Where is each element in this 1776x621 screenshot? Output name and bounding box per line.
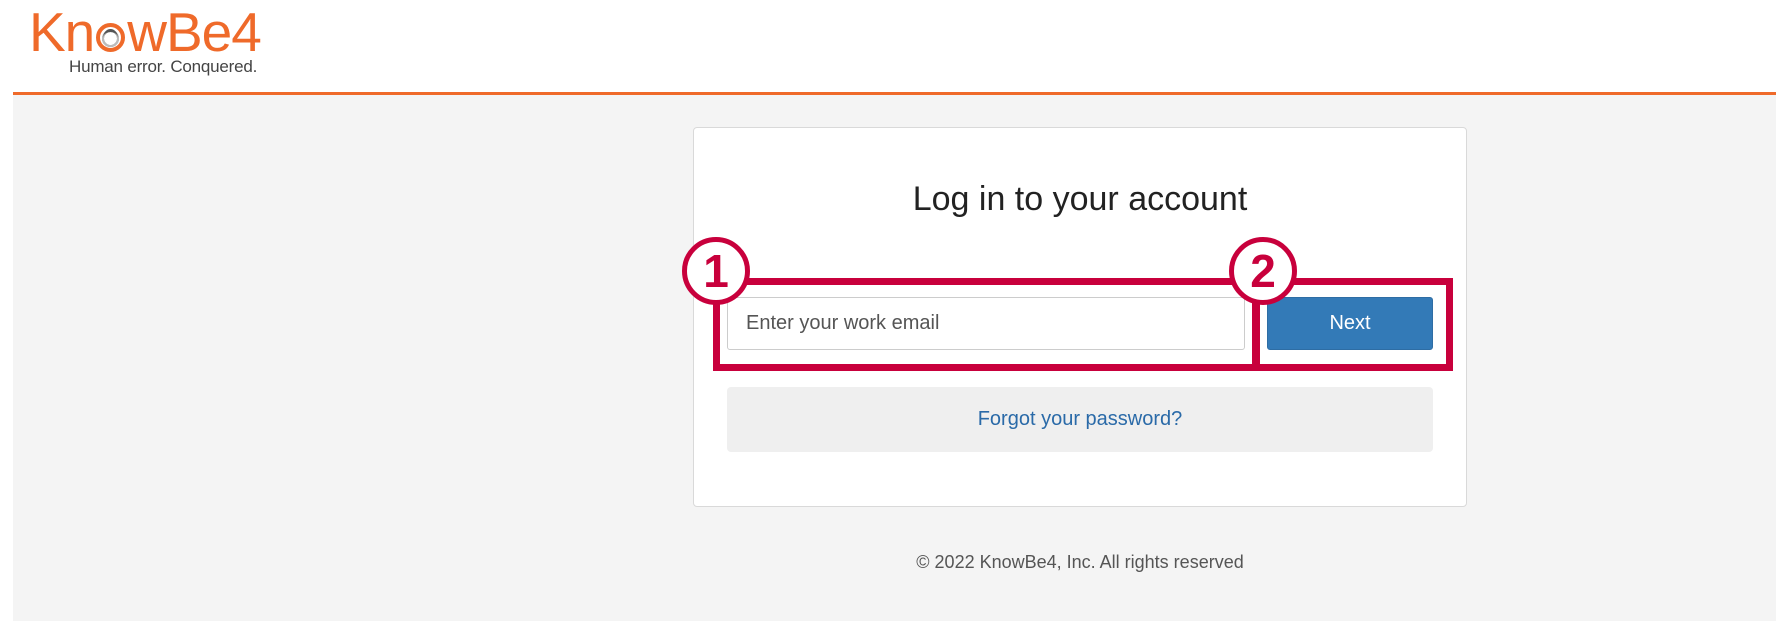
- logo-dial-icon: [96, 23, 126, 52]
- logo-wordmark-part1: Kn: [29, 1, 95, 63]
- page: Kn wBe4 Human error. Conquered. Log in to…: [0, 0, 1776, 621]
- footer: © 2022 KnowBe4, Inc. All rights reserved: [0, 552, 1776, 573]
- logo-wordmark-part2: wBe4: [127, 1, 262, 63]
- annotation-marker-1: 1: [682, 237, 750, 305]
- copyright-text: © 2022 KnowBe4, Inc. All rights reserved: [916, 552, 1244, 572]
- logo-tagline: Human error. Conquered.: [69, 57, 258, 76]
- logo-wordmark: Kn wBe4: [29, 1, 262, 63]
- annotation-marker-2: 2: [1229, 237, 1297, 305]
- annotation-box-email: [713, 278, 1259, 371]
- top-header: Kn wBe4 Human error. Conquered.: [13, 0, 1776, 95]
- login-title: Log in to your account: [912, 180, 1248, 218]
- forgot-password-link[interactable]: Forgot your password?: [727, 387, 1433, 452]
- knowbe4-logo[interactable]: Kn wBe4 Human error. Conquered.: [29, 2, 279, 78]
